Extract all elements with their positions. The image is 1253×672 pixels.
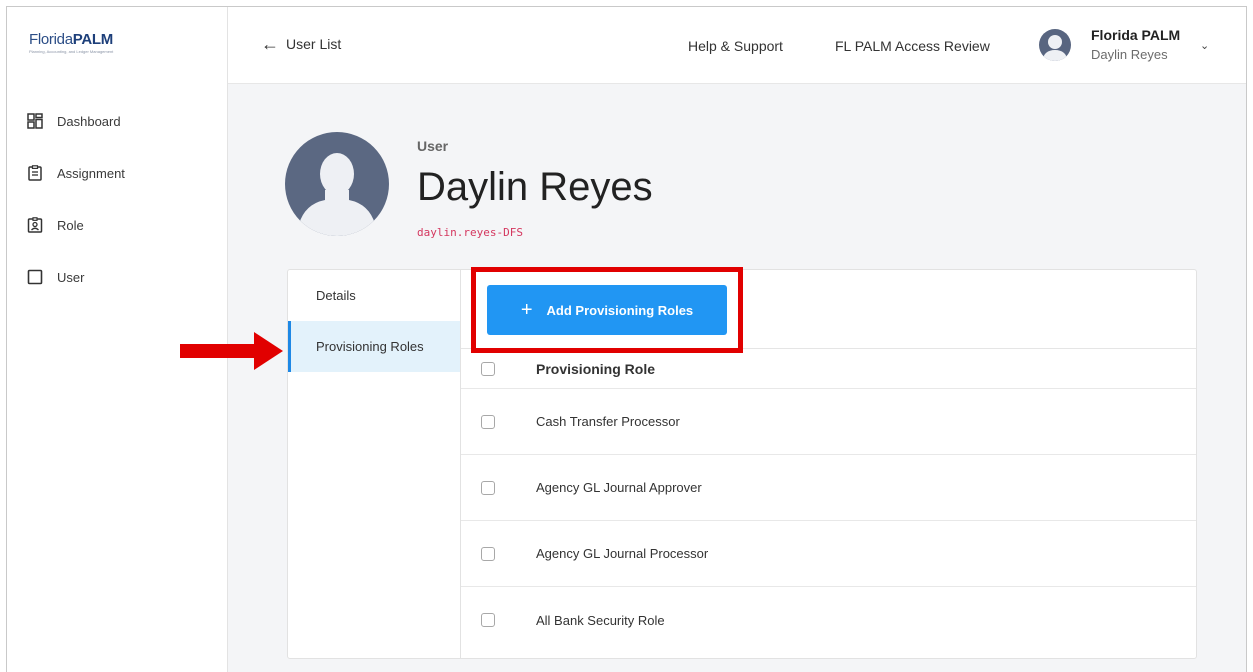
role-name: Cash Transfer Processor bbox=[536, 414, 680, 429]
sidebar-item-user[interactable]: User bbox=[7, 251, 227, 303]
sidebar-item-label: User bbox=[57, 269, 85, 285]
table-row: Agency GL Journal Approver bbox=[461, 455, 1196, 521]
topbar: ← User List Help & Support FL PALM Acces… bbox=[228, 7, 1246, 84]
profile-avatar bbox=[285, 132, 389, 236]
user-id: daylin.reyes-DFS bbox=[417, 226, 523, 239]
current-user-name: Daylin Reyes bbox=[1091, 47, 1168, 62]
sidebar-nav: Dashboard Assignment Role User bbox=[7, 95, 227, 303]
logo-text-bold: PALM bbox=[72, 31, 113, 48]
dashboard-icon bbox=[27, 113, 43, 129]
arrow-left-icon[interactable]: ← bbox=[261, 35, 279, 53]
tab-provisioning-roles[interactable]: Provisioning Roles bbox=[288, 321, 460, 372]
row-checkbox[interactable] bbox=[481, 414, 495, 429]
logo-text-light: Florida bbox=[29, 31, 73, 48]
back-link[interactable]: User List bbox=[286, 36, 341, 52]
logo-tagline: Planning, Accounting, and Ledger Managem… bbox=[29, 49, 114, 54]
table-row: All Bank Security Role bbox=[461, 587, 1196, 653]
user-detail-card: Details Provisioning Roles + Add Provisi… bbox=[287, 269, 1197, 659]
clipboard-icon bbox=[27, 165, 43, 181]
table-row: Agency GL Journal Processor bbox=[461, 521, 1196, 587]
square-icon bbox=[27, 269, 43, 285]
sidebar-item-assignment[interactable]: Assignment bbox=[7, 147, 227, 199]
sidebar-item-role[interactable]: Role bbox=[7, 199, 227, 251]
add-button-label: Add Provisioning Roles bbox=[546, 302, 694, 318]
select-all-checkbox[interactable] bbox=[481, 361, 495, 376]
sidebar-item-label: Role bbox=[57, 217, 84, 233]
page-title: Daylin Reyes bbox=[417, 165, 653, 209]
plus-icon: + bbox=[520, 299, 533, 321]
role-name: Agency GL Journal Processor bbox=[536, 546, 709, 561]
role-name: All Bank Security Role bbox=[536, 612, 665, 628]
tab-list: Details Provisioning Roles bbox=[288, 270, 461, 658]
badge-icon bbox=[27, 217, 43, 233]
org-name: Florida PALM bbox=[1091, 27, 1181, 43]
table-row: Cash Transfer Processor bbox=[461, 389, 1196, 455]
access-review-link[interactable]: FL PALM Access Review bbox=[835, 38, 990, 54]
panel-toolbar: + Add Provisioning Roles bbox=[461, 270, 1196, 349]
row-checkbox[interactable] bbox=[481, 480, 495, 495]
help-support-link[interactable]: Help & Support bbox=[688, 38, 783, 54]
app-window: FloridaPALM Planning, Accounting, and Le… bbox=[6, 6, 1247, 672]
app-logo[interactable]: FloridaPALM Planning, Accounting, and Le… bbox=[29, 31, 113, 57]
column-header-provisioning-role: Provisioning Role bbox=[536, 360, 656, 377]
add-provisioning-roles-button[interactable]: + Add Provisioning Roles bbox=[487, 285, 727, 335]
annotation-arrow-icon bbox=[180, 332, 283, 370]
provisioning-roles-panel: + Add Provisioning Roles Provisioning Ro… bbox=[461, 270, 1196, 658]
row-checkbox[interactable] bbox=[481, 613, 495, 627]
sidebar-item-label: Assignment bbox=[57, 165, 125, 181]
table-header-row: Provisioning Role bbox=[461, 349, 1196, 389]
entity-kind-label: User bbox=[417, 138, 449, 154]
sidebar-item-label: Dashboard bbox=[57, 113, 121, 129]
tab-details[interactable]: Details bbox=[288, 270, 460, 321]
row-checkbox[interactable] bbox=[481, 546, 495, 561]
chevron-down-icon[interactable]: ⌄ bbox=[1200, 39, 1209, 52]
user-avatar-icon[interactable] bbox=[1039, 29, 1071, 61]
sidebar-item-dashboard[interactable]: Dashboard bbox=[7, 95, 227, 147]
role-name: Agency GL Journal Approver bbox=[536, 480, 702, 495]
